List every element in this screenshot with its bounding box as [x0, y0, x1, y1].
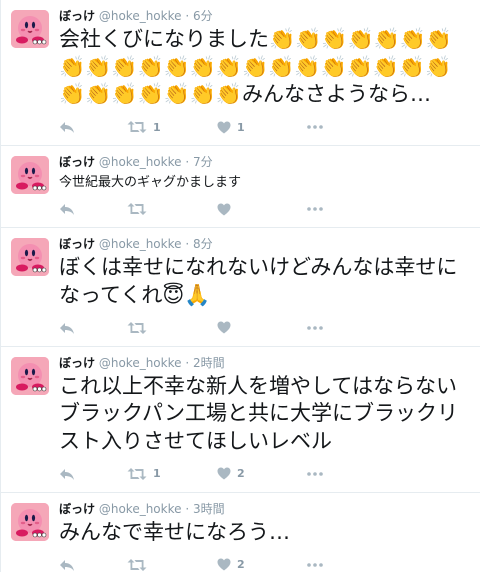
tweet-header: ぼっけ @hoke_hokke · 8分: [59, 236, 470, 252]
separator-dot: ·: [185, 237, 190, 252]
heart-icon: [217, 467, 231, 480]
display-name[interactable]: ぼっけ: [59, 155, 95, 169]
tweet-header: ぼっけ @hoke_hokke · 3時間: [59, 501, 470, 517]
reply-icon: [60, 122, 74, 134]
reply-icon: [60, 322, 74, 334]
retweet-count: 1: [153, 120, 161, 134]
avatar[interactable]: [11, 356, 49, 395]
like-button[interactable]: [217, 321, 279, 334]
retweet-button[interactable]: 1: [127, 467, 189, 481]
more-button[interactable]: [307, 562, 323, 567]
reply-button[interactable]: [59, 120, 99, 134]
heart-icon: [217, 558, 231, 571]
kirby-avatar-icon: [11, 238, 49, 277]
display-name[interactable]: ぼっけ: [59, 9, 95, 23]
avatar[interactable]: [11, 10, 49, 48]
separator-dot: ·: [185, 501, 190, 516]
separator-dot: ·: [185, 9, 190, 23]
like-button[interactable]: 1: [217, 121, 279, 134]
more-icon: [307, 207, 323, 212]
tweet-timeline: ぼっけ @hoke_hokke · 6分 会社くびになりました👏👏👏👏👏👏👏👏👏…: [0, 0, 480, 572]
retweet-button[interactable]: [127, 202, 189, 216]
tweet-item[interactable]: ぼっけ @hoke_hokke · 7分 今世紀最大のギャグかまします: [1, 146, 480, 229]
tweet-actions: [59, 201, 470, 217]
tweet-actions: 2: [59, 557, 470, 572]
more-button[interactable]: [307, 125, 323, 129]
tweet-header: ぼっけ @hoke_hokke · 6分: [59, 8, 470, 24]
tweet-text: 今世紀最大のギャグかまします: [59, 175, 242, 191]
reply-button[interactable]: [59, 202, 99, 216]
user-handle[interactable]: @hoke_hokke: [99, 356, 182, 370]
reply-button[interactable]: [59, 467, 99, 481]
tweet-actions: 1 2: [59, 466, 470, 482]
tweet-time[interactable]: 3時間: [193, 502, 225, 516]
reply-icon: [60, 204, 74, 216]
tweet-text: 会社くびになりました👏👏👏👏👏👏👏👏👏👏👏👏👏👏👏👏👏👏👏👏👏👏👏👏👏👏👏👏👏み…: [59, 27, 453, 107]
like-button[interactable]: [217, 203, 279, 216]
like-button[interactable]: 2: [217, 558, 279, 571]
like-count: 1: [237, 120, 245, 134]
reply-icon: [60, 468, 74, 480]
reply-button[interactable]: [59, 558, 99, 572]
retweet-count: 1: [153, 467, 161, 481]
heart-icon: [217, 121, 231, 134]
user-handle[interactable]: @hoke_hokke: [99, 237, 182, 251]
kirby-avatar-icon: [11, 156, 49, 195]
retweet-icon: [127, 321, 147, 334]
more-icon: [307, 472, 323, 476]
more-icon: [307, 125, 323, 129]
display-name[interactable]: ぼっけ: [59, 502, 95, 516]
tweet-header: ぼっけ @hoke_hokke · 2時間: [59, 355, 470, 371]
more-button[interactable]: [307, 472, 323, 476]
tweet-text: これ以上不幸な新人を増やしてはならないブラックパン工場と共に大学にブラックリスト…: [59, 373, 458, 454]
tweet-actions: 1 1: [59, 119, 470, 135]
avatar[interactable]: [11, 156, 49, 195]
display-name[interactable]: ぼっけ: [59, 356, 95, 370]
tweet-actions: [59, 320, 470, 336]
display-name[interactable]: ぼっけ: [59, 237, 95, 251]
kirby-avatar-icon: [11, 502, 49, 541]
more-button[interactable]: [307, 325, 323, 330]
separator-dot: ·: [185, 155, 190, 170]
tweet-header: ぼっけ @hoke_hokke · 7分: [59, 154, 470, 170]
tweet-item[interactable]: ぼっけ @hoke_hokke · 8分 ぼくは幸せになれないけどみんなは幸せに…: [1, 228, 480, 347]
retweet-icon: [127, 558, 147, 571]
tweet-text: ぼくは幸せになれないけどみんなは幸せになってくれ😇🙏: [59, 255, 458, 308]
like-button[interactable]: 2: [217, 467, 279, 480]
kirby-avatar-icon: [11, 356, 49, 395]
kirby-avatar-icon: [11, 10, 49, 48]
separator-dot: ·: [185, 355, 190, 370]
tweet-time[interactable]: 8分: [193, 237, 213, 251]
more-icon: [307, 562, 323, 567]
retweet-icon: [127, 203, 147, 216]
heart-icon: [217, 321, 231, 334]
reply-button[interactable]: [59, 321, 99, 335]
user-handle[interactable]: @hoke_hokke: [99, 9, 182, 23]
retweet-button[interactable]: 1: [127, 120, 189, 134]
tweet-text: みんなで幸せになろう…: [59, 519, 290, 544]
reply-icon: [60, 559, 74, 571]
retweet-icon: [127, 121, 147, 134]
user-handle[interactable]: @hoke_hokke: [99, 155, 182, 169]
tweet-item[interactable]: ぼっけ @hoke_hokke · 2時間 これ以上不幸な新人を増やしてはならな…: [1, 347, 480, 493]
retweet-button[interactable]: [127, 558, 189, 572]
retweet-button[interactable]: [127, 321, 189, 335]
tweet-item[interactable]: ぼっけ @hoke_hokke · 3時間 みんなで幸せになろう… 2: [1, 493, 480, 572]
tweet-time[interactable]: 2時間: [193, 356, 225, 370]
like-count: 2: [237, 558, 245, 572]
tweet-time[interactable]: 6分: [193, 9, 213, 23]
tweet-time[interactable]: 7分: [193, 155, 213, 169]
heart-icon: [217, 203, 231, 216]
tweet-item[interactable]: ぼっけ @hoke_hokke · 6分 会社くびになりました👏👏👏👏👏👏👏👏👏…: [1, 0, 480, 147]
user-handle[interactable]: @hoke_hokke: [99, 502, 182, 516]
avatar[interactable]: [11, 502, 49, 541]
like-count: 2: [237, 467, 245, 481]
more-icon: [307, 325, 323, 330]
retweet-icon: [127, 467, 147, 480]
more-button[interactable]: [307, 207, 323, 212]
avatar[interactable]: [11, 238, 49, 277]
